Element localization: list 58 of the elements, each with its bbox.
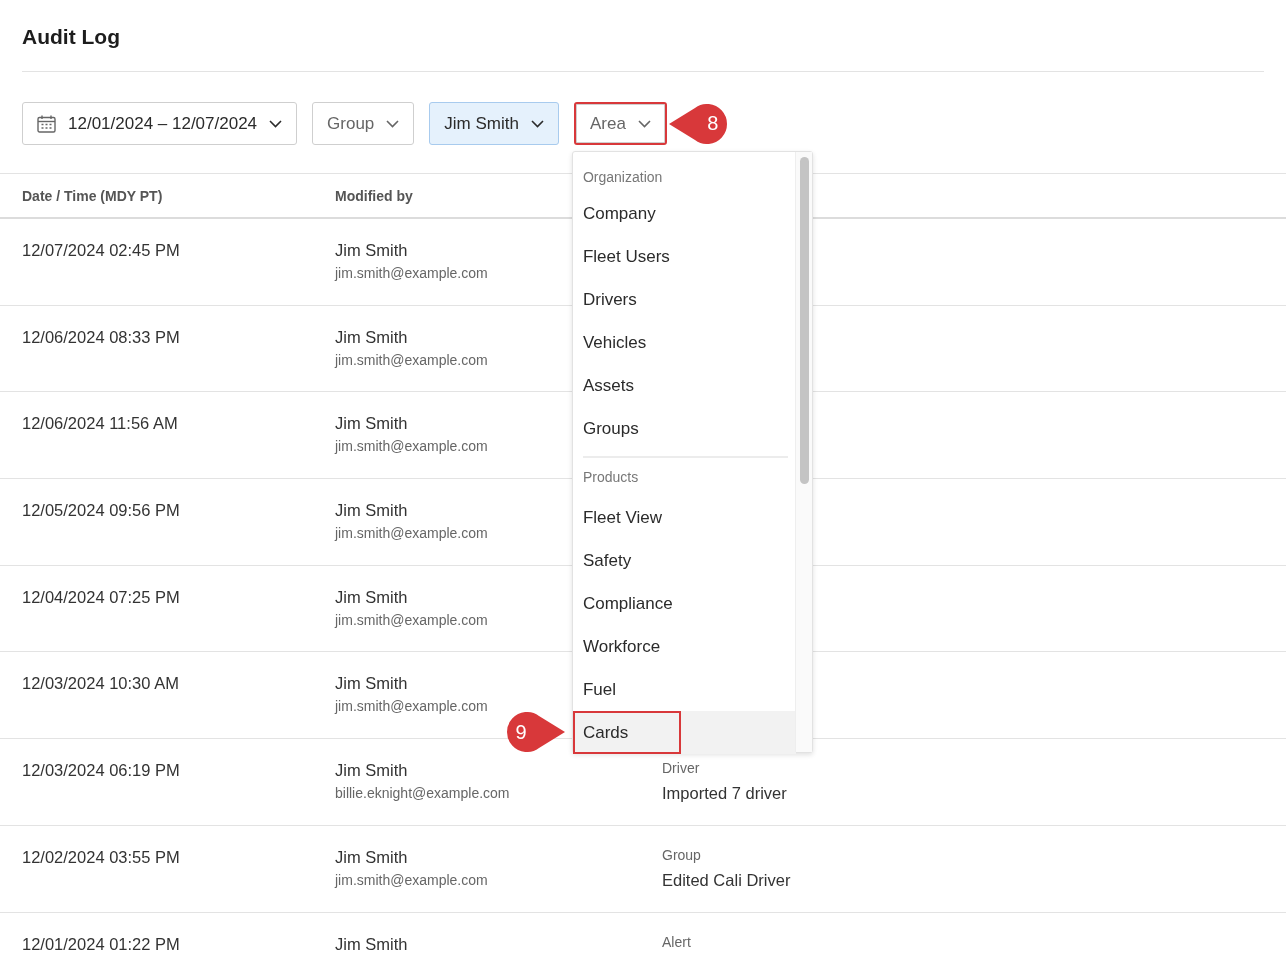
date-range-filter[interactable]: 12/01/2024 – 12/07/2024 xyxy=(22,102,298,145)
chevron-down-icon xyxy=(637,119,651,128)
date-time-text: 12/06/2024 08:33 PM xyxy=(22,326,180,348)
menu-item[interactable]: Fleet View xyxy=(572,496,796,539)
area-label: Group xyxy=(662,845,701,865)
filter-dropdown[interactable]: Group xyxy=(312,102,415,145)
user-email: jim.smith@example.com xyxy=(335,870,488,890)
menu-item[interactable]: Compliance xyxy=(572,582,796,625)
menu-item[interactable]: Assets xyxy=(572,364,796,407)
date-time-text: 12/01/2024 01:22 PM xyxy=(22,933,180,955)
date-time-text: 12/07/2024 02:45 PM xyxy=(22,240,180,261)
user-email: jim.smith@example.com xyxy=(335,697,488,717)
user-name: Jim Smith xyxy=(335,500,408,522)
date-time-text: 12/03/2024 06:19 PM xyxy=(22,760,180,782)
user-name: Jim Smith xyxy=(335,673,408,695)
scrollbar-thumb[interactable] xyxy=(799,157,809,484)
action-text: Imported 7 driver xyxy=(662,783,787,805)
menu-item[interactable]: Fuel xyxy=(572,668,796,711)
filter-dropdown[interactable]: Jim Smith xyxy=(429,102,559,145)
menu-item[interactable]: Groups xyxy=(572,407,796,450)
page-title: Audit Log xyxy=(22,24,1264,72)
date-time-text: 12/04/2024 07:25 PM xyxy=(22,586,180,608)
menu-group-label: Products xyxy=(581,468,640,487)
chevron-down-icon xyxy=(269,119,283,128)
action-text: Edited Cali Driver xyxy=(662,869,791,891)
column-header: Date / Time (MDY PT) xyxy=(22,187,164,204)
user-name: Jim Smith xyxy=(335,240,408,261)
calendar-icon xyxy=(37,114,56,133)
menu-item[interactable]: Vehicles xyxy=(572,321,796,364)
user-name: Jim Smith xyxy=(335,413,408,435)
column-header: Modified by xyxy=(335,187,414,204)
menu-item[interactable]: Cards xyxy=(572,711,796,754)
menu-item[interactable]: Company xyxy=(572,192,796,235)
user-email: jim.smith@example.com xyxy=(335,264,488,283)
user-name: Jim Smith xyxy=(335,846,408,868)
menu-group-label: Organization xyxy=(581,168,664,187)
chevron-down-icon xyxy=(386,119,400,128)
filter-dropdown[interactable]: Area xyxy=(573,102,667,145)
area-label: Alert xyxy=(662,932,691,952)
menu-item[interactable]: Fleet Users xyxy=(572,235,796,278)
user-name: Jim Smith xyxy=(335,326,408,348)
menu-item[interactable]: Drivers xyxy=(572,278,796,321)
user-name: Jim Smith xyxy=(335,586,408,608)
date-time-text: 12/03/2024 10:30 AM xyxy=(22,673,179,695)
user-email: jim.smith@example.com xyxy=(335,350,488,370)
date-time-text: 12/06/2024 11:56 AM xyxy=(22,413,178,435)
area-label: Driver xyxy=(662,759,700,779)
menu-item[interactable]: Safety xyxy=(572,539,796,582)
chevron-down-icon xyxy=(530,119,544,128)
user-email: jim.smith@example.com xyxy=(335,437,488,457)
user-name: Jim Smith xyxy=(335,933,408,955)
user-name: Jim Smith xyxy=(335,760,408,782)
user-email: jim.smith@example.com xyxy=(335,524,488,544)
menu-item[interactable]: Workforce xyxy=(572,625,796,668)
user-email: billie.eknight@example.com xyxy=(335,784,510,804)
date-time-text: 12/05/2024 09:56 PM xyxy=(22,500,180,522)
user-email: jim.smith@example.com xyxy=(335,610,488,630)
date-time-text: 12/02/2024 03:55 PM xyxy=(22,846,180,868)
